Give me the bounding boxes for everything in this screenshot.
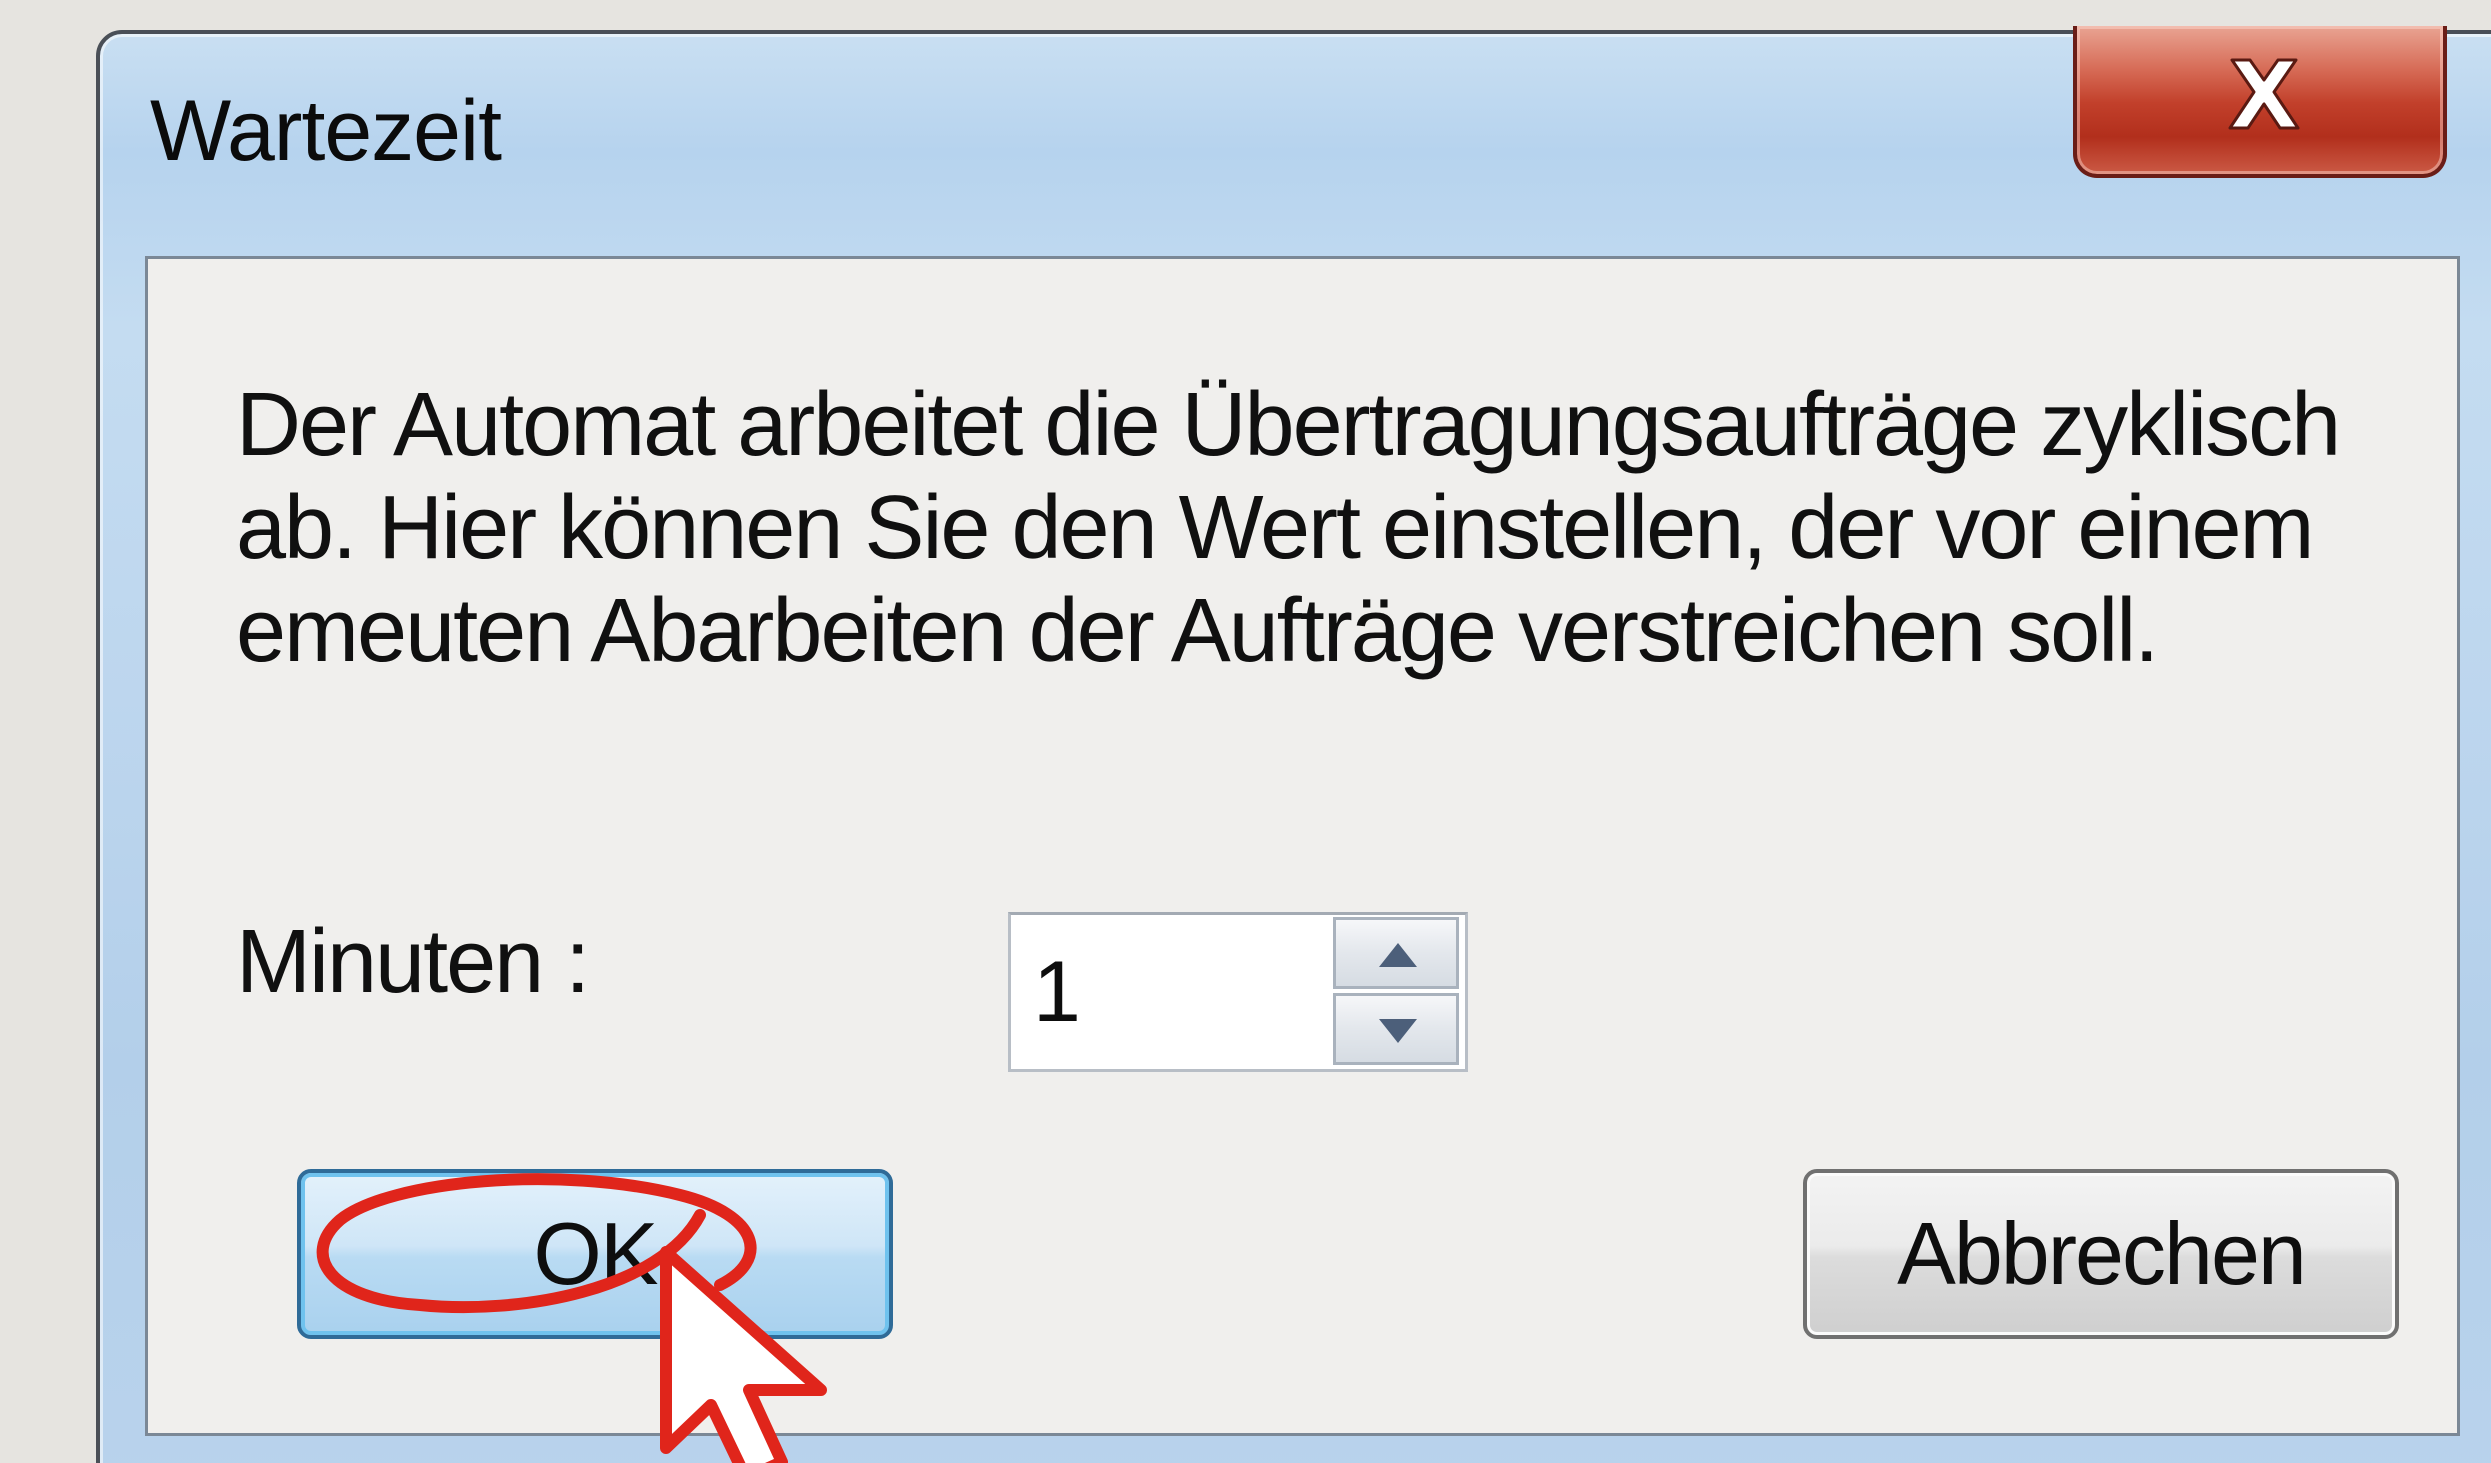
screenshot: Wartezeit Der Automat arbeitet die Übert… xyxy=(0,0,2491,1463)
arrow-up-icon xyxy=(1379,943,1417,967)
minutes-label: Minuten : xyxy=(236,912,590,1012)
cancel-button[interactable]: Abbrechen xyxy=(1803,1169,2399,1339)
dialog-content: Der Automat arbeitet die Übertragungsauf… xyxy=(145,256,2460,1436)
spin-down-button[interactable] xyxy=(1333,993,1459,1065)
spin-up-button[interactable] xyxy=(1333,917,1459,989)
close-button[interactable] xyxy=(2073,26,2447,178)
arrow-down-icon xyxy=(1379,1019,1417,1043)
ok-button-label: OK xyxy=(533,1204,658,1303)
wartezeit-dialog: Wartezeit Der Automat arbeitet die Übert… xyxy=(96,26,2491,1463)
spin-buttons xyxy=(1333,917,1463,1067)
minutes-input[interactable] xyxy=(1011,915,1321,1069)
description-text: Der Automat arbeitet die Übertragungsauf… xyxy=(236,375,2341,681)
ok-button[interactable]: OK xyxy=(297,1169,893,1339)
dialog-title: Wartezeit xyxy=(150,83,502,179)
cancel-button-label: Abbrechen xyxy=(1897,1204,2307,1303)
minutes-spinbox xyxy=(1008,912,1468,1072)
close-icon xyxy=(2228,58,2300,130)
